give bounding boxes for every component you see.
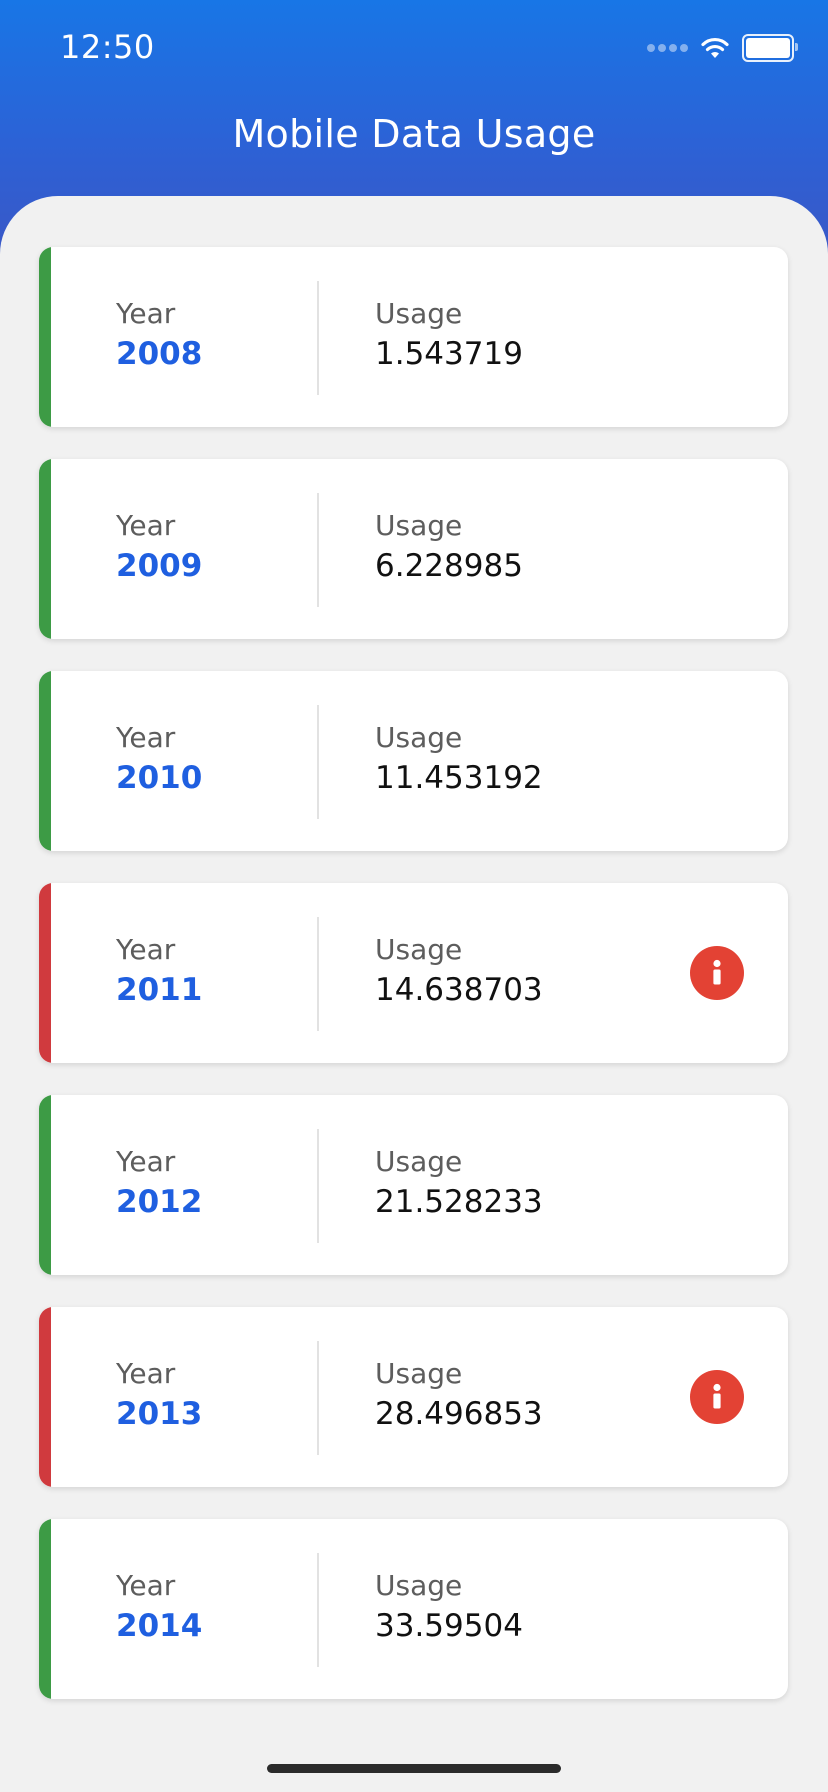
status-bar-time: 12:50 — [60, 28, 155, 66]
page-title: Mobile Data Usage — [232, 112, 596, 156]
year-block: Year 2008 — [116, 297, 202, 377]
status-stripe — [39, 459, 51, 639]
status-stripe — [39, 883, 51, 1063]
usage-label: Usage — [375, 297, 463, 330]
year-label: Year — [116, 933, 176, 966]
year-block: Year 2011 — [116, 933, 202, 1013]
year-value: 2008 — [116, 336, 203, 372]
usage-card-2012[interactable]: Year 2012 Usage 21.528233 — [39, 1095, 788, 1275]
usage-value: 33.59504 — [375, 1608, 523, 1644]
usage-label: Usage — [375, 1569, 463, 1602]
usage-card-2008[interactable]: Year 2008 Usage 1.543719 — [39, 247, 788, 427]
year-value: 2009 — [116, 548, 203, 584]
status-stripe — [39, 671, 51, 851]
card-divider — [317, 917, 319, 1031]
status-stripe — [39, 1307, 51, 1487]
usage-block: Usage 14.638703 — [375, 933, 543, 1013]
usage-value: 21.528233 — [375, 1184, 543, 1220]
usage-label: Usage — [375, 1145, 463, 1178]
card-divider — [317, 705, 319, 819]
year-label: Year — [116, 1569, 176, 1602]
year-label: Year — [116, 721, 176, 754]
year-block: Year 2014 — [116, 1569, 202, 1649]
home-indicator[interactable] — [267, 1764, 561, 1773]
card-divider — [317, 1553, 319, 1667]
content-panel: Year 2008 Usage 1.543719 Year 2009 Usage… — [0, 196, 828, 1792]
status-bar-icons — [644, 34, 798, 62]
status-stripe — [39, 247, 51, 427]
cellular-signal-icon — [644, 44, 688, 52]
year-block: Year 2009 — [116, 509, 202, 589]
year-label: Year — [116, 509, 176, 542]
card-divider — [317, 1129, 319, 1243]
card-divider — [317, 1341, 319, 1455]
year-value: 2013 — [116, 1396, 203, 1432]
usage-block: Usage 28.496853 — [375, 1357, 543, 1437]
usage-label: Usage — [375, 509, 463, 542]
wifi-icon — [701, 37, 729, 58]
year-block: Year 2010 — [116, 721, 202, 801]
status-stripe — [39, 1095, 51, 1275]
usage-value: 1.543719 — [375, 336, 523, 372]
usage-block: Usage 6.228985 — [375, 509, 523, 589]
usage-block: Usage 1.543719 — [375, 297, 523, 377]
info-icon[interactable] — [690, 946, 744, 1000]
usage-card-2014[interactable]: Year 2014 Usage 33.59504 — [39, 1519, 788, 1699]
info-icon[interactable] — [690, 1370, 744, 1424]
usage-card-2013[interactable]: Year 2013 Usage 28.496853 — [39, 1307, 788, 1487]
usage-label: Usage — [375, 1357, 463, 1390]
year-value: 2012 — [116, 1184, 203, 1220]
usage-value: 28.496853 — [375, 1396, 543, 1432]
year-value: 2010 — [116, 760, 203, 796]
usage-block: Usage 33.59504 — [375, 1569, 523, 1649]
battery-icon — [742, 34, 798, 62]
year-block: Year 2012 — [116, 1145, 202, 1225]
year-label: Year — [116, 297, 176, 330]
year-label: Year — [116, 1357, 176, 1390]
year-value: 2014 — [116, 1608, 203, 1644]
usage-card-list: Year 2008 Usage 1.543719 Year 2009 Usage… — [39, 247, 788, 1731]
card-divider — [317, 281, 319, 395]
year-label: Year — [116, 1145, 176, 1178]
usage-card-2011[interactable]: Year 2011 Usage 14.638703 — [39, 883, 788, 1063]
usage-label: Usage — [375, 721, 463, 754]
usage-value: 14.638703 — [375, 972, 543, 1008]
usage-label: Usage — [375, 933, 463, 966]
year-block: Year 2013 — [116, 1357, 202, 1437]
usage-block: Usage 21.528233 — [375, 1145, 543, 1225]
usage-value: 6.228985 — [375, 548, 523, 584]
status-stripe — [39, 1519, 51, 1699]
card-divider — [317, 493, 319, 607]
usage-card-2010[interactable]: Year 2010 Usage 11.453192 — [39, 671, 788, 851]
usage-block: Usage 11.453192 — [375, 721, 543, 801]
year-value: 2011 — [116, 972, 203, 1008]
usage-value: 11.453192 — [375, 760, 543, 796]
usage-card-2009[interactable]: Year 2009 Usage 6.228985 — [39, 459, 788, 639]
